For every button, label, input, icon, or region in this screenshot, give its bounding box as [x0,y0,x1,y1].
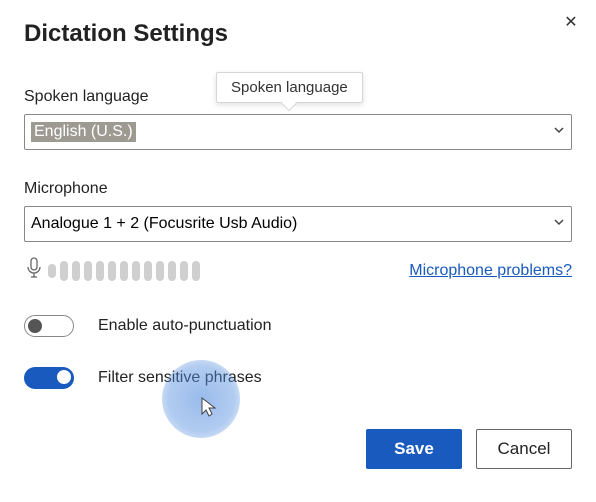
microphone-icon [24,256,44,285]
level-bar [48,264,56,278]
level-bar [60,261,68,281]
mic-meter-row: Microphone problems? [24,256,572,285]
level-bar [156,261,164,281]
level-bar [132,261,140,281]
cancel-button[interactable]: Cancel [476,429,572,469]
auto-punctuation-label: Enable auto-punctuation [98,317,271,335]
save-button[interactable]: Save [366,429,462,469]
spoken-language-select[interactable]: English (U.S.) [24,114,572,150]
level-bar [120,261,128,281]
auto-punctuation-row: Enable auto-punctuation [24,315,572,337]
spoken-language-value: English (U.S.) [31,122,136,142]
level-bar [192,261,200,281]
filter-sensitive-row: Filter sensitive phrases [24,367,572,389]
level-bar [84,261,92,281]
spoken-language-tooltip: Spoken language [216,72,363,103]
chevron-down-icon [553,215,565,233]
filter-sensitive-label: Filter sensitive phrases [98,369,262,387]
dialog-buttons: Save Cancel [24,429,572,469]
microphone-problems-link[interactable]: Microphone problems? [409,262,572,280]
level-bar [108,261,116,281]
microphone-value: Analogue 1 + 2 (Focusrite Usb Audio) [31,215,297,233]
dictation-settings-dialog: ✕ Dictation Settings Spoken language Spo… [0,0,596,493]
mic-level-meter [24,256,200,285]
level-bar [180,261,188,281]
filter-sensitive-toggle[interactable] [24,367,74,389]
microphone-label: Microphone [24,180,572,198]
auto-punctuation-toggle[interactable] [24,315,74,337]
microphone-select[interactable]: Analogue 1 + 2 (Focusrite Usb Audio) [24,206,572,242]
level-bar [144,261,152,281]
level-bar [72,261,80,281]
close-icon[interactable]: ✕ [560,12,582,34]
level-bar [96,261,104,281]
chevron-down-icon [553,123,565,141]
dialog-title: Dictation Settings [24,20,572,48]
level-bar [168,261,176,281]
